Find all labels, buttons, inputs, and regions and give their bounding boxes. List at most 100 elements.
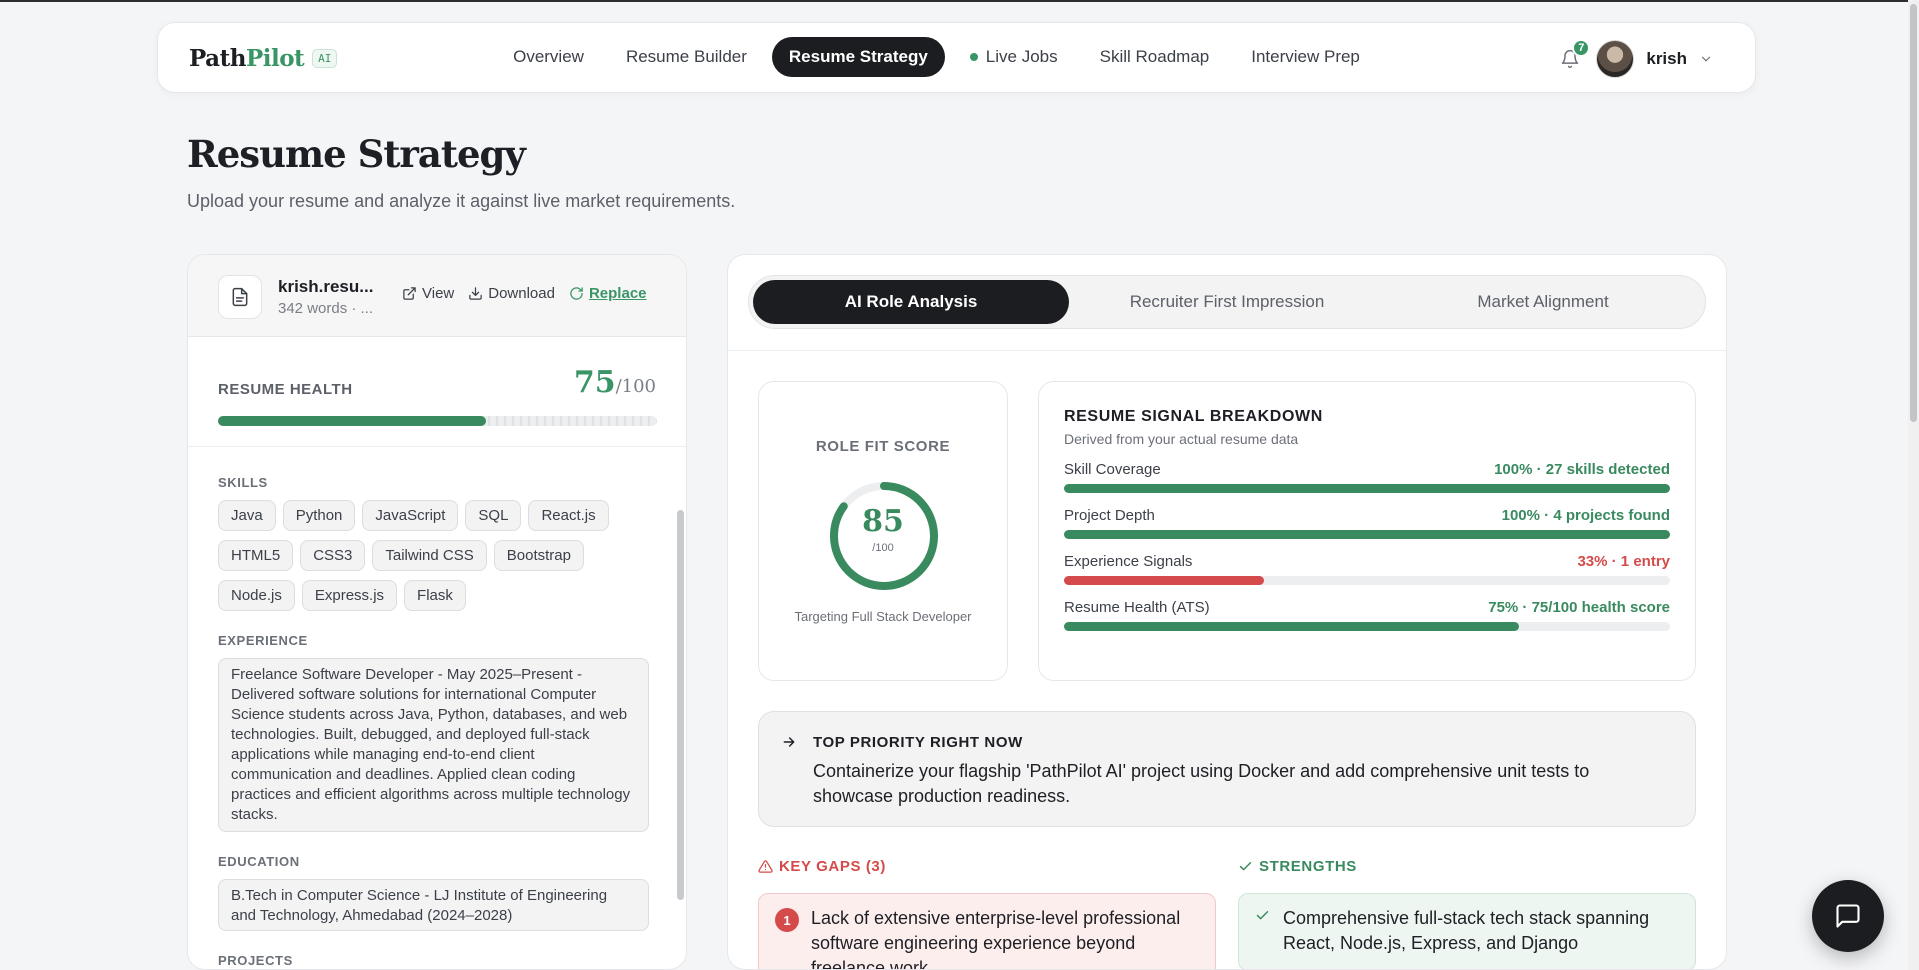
role-fit-score: 85 — [862, 504, 904, 539]
nav-live-jobs-label: Live Jobs — [985, 47, 1058, 66]
signal-row: Resume Health (ATS) 75% · 75/100 health s… — [1064, 599, 1670, 631]
analysis-panel: AI Role Analysis Recruiter First Impress… — [727, 254, 1727, 970]
signal-bar-fill — [1064, 484, 1670, 493]
resume-scrollbar[interactable] — [677, 510, 684, 900]
skill-chip: Node.js — [218, 580, 295, 611]
chat-icon — [1836, 904, 1860, 928]
analysis-tabs: AI Role Analysis Recruiter First Impress… — [748, 275, 1706, 329]
skill-chip: Flask — [404, 580, 466, 611]
download-label: Download — [488, 285, 555, 302]
signal-row-head: Resume Health (ATS) 75% · 75/100 health s… — [1064, 599, 1670, 616]
key-gaps-heading: KEY GAPS (3) — [758, 858, 886, 875]
file-meta: 342 words · ... — [278, 300, 374, 317]
page-title: Resume Strategy — [187, 132, 526, 176]
signal-breakdown-subtitle: Derived from your actual resume data — [1064, 431, 1299, 447]
warning-icon — [758, 860, 773, 873]
document-icon — [218, 275, 262, 319]
file-bar: krish.resu... 342 words · ... View Downl… — [188, 255, 686, 337]
key-gaps-title: KEY GAPS (3) — [779, 858, 886, 875]
tab-market-alignment[interactable]: Market Alignment — [1385, 280, 1701, 324]
health-score-max: /100 — [615, 376, 656, 397]
signal-row: Experience Signals 33% · 1 entry — [1064, 553, 1670, 585]
resume-details[interactable]: SKILLS Java Python JavaScript SQL React.js HT… — [188, 447, 686, 969]
signal-row: Skill Coverage 100% · 27 skills detected — [1064, 461, 1670, 493]
signal-bar-fill — [1064, 530, 1670, 539]
skill-chip: JavaScript — [362, 500, 459, 531]
skills-label: SKILLS — [218, 475, 268, 490]
resume-health-bar-fill — [218, 416, 486, 426]
strengths-heading: STRENGTHS — [1238, 858, 1357, 875]
notifications-button[interactable]: 7 — [1556, 39, 1591, 73]
nav-overview[interactable]: Overview — [496, 37, 601, 77]
nav-live-jobs[interactable]: Live Jobs — [953, 37, 1075, 77]
nav-links: Overview Resume Builder Resume Strategy … — [158, 37, 1755, 77]
gap-text: Lack of extensive enterprise-level profe… — [811, 908, 1181, 970]
signal-value: 100% · 27 skills detected — [1494, 461, 1670, 478]
top-navbar: PathPilot AI Overview Resume Builder Res… — [157, 22, 1756, 93]
signal-value: 75% · 75/100 health score — [1488, 599, 1670, 616]
tab-ai-role-analysis[interactable]: AI Role Analysis — [753, 280, 1069, 324]
skill-chip: HTML5 — [218, 540, 294, 571]
check-icon — [1256, 911, 1269, 920]
top-edge-line — [0, 0, 1919, 2]
nav-skill-roadmap[interactable]: Skill Roadmap — [1083, 37, 1227, 77]
chat-button[interactable] — [1812, 880, 1884, 952]
nav-interview-prep[interactable]: Interview Prep — [1234, 37, 1377, 77]
tabs-divider — [728, 350, 1726, 351]
role-fit-label: ROLE FIT SCORE — [815, 438, 951, 455]
view-button[interactable]: View — [402, 285, 454, 302]
role-fit-card: ROLE FIT SCORE 85 /100 Targeting Full St… — [758, 381, 1008, 681]
download-button[interactable]: Download — [468, 285, 555, 302]
signal-bar-fill — [1064, 576, 1264, 585]
nav-resume-builder[interactable]: Resume Builder — [609, 37, 764, 77]
file-name: krish.resu... — [278, 277, 374, 296]
signal-row-head: Project Depth 100% · 4 projects found — [1064, 507, 1670, 524]
tab-recruiter-first-impression[interactable]: Recruiter First Impression — [1069, 280, 1385, 324]
education-field[interactable]: B.Tech in Computer Science - LJ Institut… — [218, 879, 649, 931]
check-icon — [1239, 862, 1252, 871]
signal-value: 33% · 1 entry — [1577, 553, 1670, 570]
skill-chip: Bootstrap — [493, 540, 584, 571]
avatar[interactable] — [1596, 40, 1635, 78]
resume-health-score: 75/100 — [574, 365, 656, 400]
resume-health: RESUME HEALTH 75/100 — [188, 337, 686, 447]
resume-health-bar — [218, 416, 657, 426]
signal-name: Resume Health (ATS) — [1064, 599, 1210, 616]
signal-row-head: Experience Signals 33% · 1 entry — [1064, 553, 1670, 570]
signal-name: Project Depth — [1064, 507, 1155, 524]
notification-count-badge: 7 — [1572, 39, 1591, 57]
signal-name: Skill Coverage — [1064, 461, 1161, 478]
gap-number-badge: 1 — [775, 908, 799, 932]
skill-chip: SQL — [465, 500, 522, 531]
education-label: EDUCATION — [218, 854, 300, 869]
experience-field[interactable]: Freelance Software Developer - May 2025–… — [218, 658, 649, 832]
nav-right: 7 krish — [1556, 39, 1713, 78]
role-fit-max: /100 — [872, 542, 894, 554]
signal-list: Skill Coverage 100% · 27 skills detected P… — [1064, 461, 1670, 631]
view-label: View — [422, 285, 455, 302]
skill-chip: React.js — [528, 500, 609, 531]
download-icon — [469, 287, 482, 300]
skill-chip: CSS3 — [300, 540, 366, 571]
top-priority-title: TOP PRIORITY RIGHT NOW — [813, 734, 1023, 751]
chevron-down-icon[interactable] — [1699, 52, 1713, 66]
signal-row-head: Skill Coverage 100% · 27 skills detected — [1064, 461, 1670, 478]
signal-value: 100% · 4 projects found — [1501, 507, 1670, 524]
skills-list: Java Python JavaScript SQL React.js HTML5 CSS3… — [218, 500, 658, 611]
refresh-icon — [570, 287, 583, 300]
strengths-title: STRENGTHS — [1259, 858, 1357, 875]
replace-button[interactable]: Replace — [569, 285, 647, 302]
signal-row: Project Depth 100% · 4 projects found — [1064, 507, 1670, 539]
arrow-right-icon — [783, 737, 795, 747]
skill-chip: Tailwind CSS — [372, 540, 487, 571]
page-scrollbar-thumb[interactable] — [1910, 4, 1917, 422]
file-actions: View Download Replace — [402, 285, 647, 302]
resume-panel: krish.resu... 342 words · ... View Downl… — [187, 254, 687, 970]
external-link-icon — [403, 287, 416, 300]
nav-resume-strategy[interactable]: Resume Strategy — [771, 37, 945, 77]
signal-bar — [1064, 576, 1670, 585]
top-priority-body: Containerize your flagship 'PathPilot AI… — [813, 761, 1590, 806]
user-name[interactable]: krish — [1646, 49, 1687, 69]
page-scrollbar[interactable] — [1908, 0, 1919, 970]
experience-label: EXPERIENCE — [218, 633, 308, 648]
